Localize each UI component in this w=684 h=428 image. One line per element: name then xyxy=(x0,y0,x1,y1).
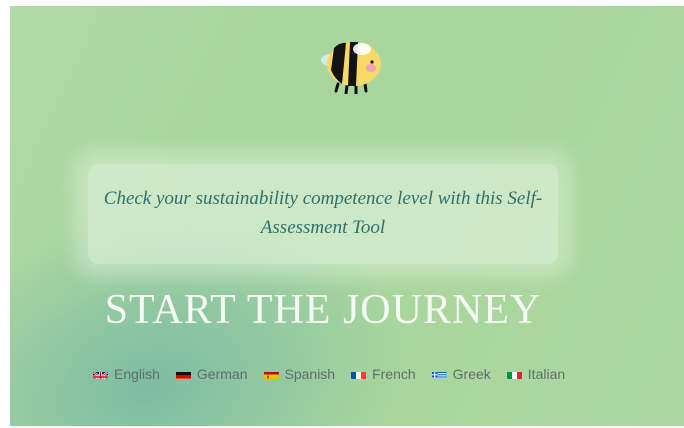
language-label: German xyxy=(196,366,248,382)
language-label: Italian xyxy=(527,366,566,382)
language-label: Greek xyxy=(452,366,491,382)
greece-flag-icon xyxy=(431,369,447,379)
language-english[interactable]: English xyxy=(93,366,160,382)
start-journey-button[interactable]: START THE JOURNEY xyxy=(88,286,558,334)
spain-flag-icon xyxy=(263,369,279,379)
france-flag-icon xyxy=(351,369,367,379)
germany-flag-icon xyxy=(175,369,191,379)
landing-screen: Check your sustainability competence lev… xyxy=(10,6,684,426)
bee-icon xyxy=(320,38,386,95)
language-label: English xyxy=(114,366,160,382)
language-italian[interactable]: Italian xyxy=(506,366,566,382)
language-french[interactable]: French xyxy=(351,366,416,382)
language-label: French xyxy=(372,366,416,382)
language-greek[interactable]: Greek xyxy=(431,366,491,382)
language-label: Spanish xyxy=(284,366,336,382)
language-german[interactable]: German xyxy=(175,366,248,382)
tagline-text: Check your sustainability competence lev… xyxy=(103,188,543,238)
tagline-panel: Check your sustainability competence lev… xyxy=(88,164,558,264)
language-selector: English German Spanish French Greek Ital… xyxy=(93,364,565,384)
uk-flag-icon xyxy=(93,369,108,379)
italy-flag-icon xyxy=(506,369,522,379)
language-spanish[interactable]: Spanish xyxy=(263,366,336,382)
